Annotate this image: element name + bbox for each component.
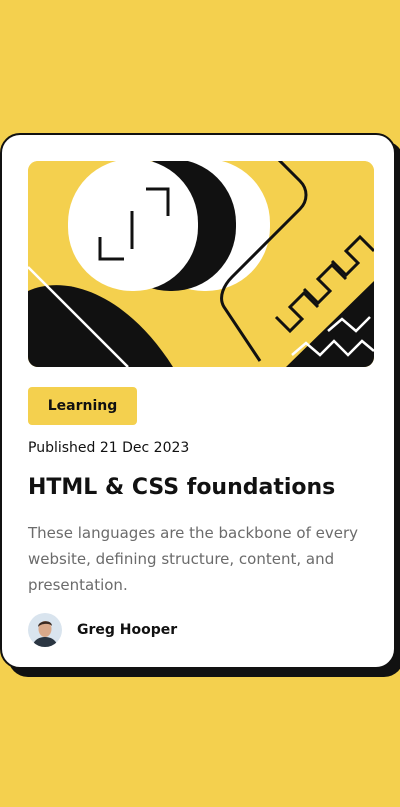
author-name: Greg Hooper bbox=[77, 622, 178, 638]
published-date: Published 21 Dec 2023 bbox=[28, 440, 190, 456]
author-row: Greg Hooper bbox=[28, 613, 177, 647]
card-title[interactable]: HTML & CSS foundations bbox=[28, 475, 335, 500]
avatar-photo-icon bbox=[28, 613, 62, 647]
category-tag: Learning bbox=[28, 387, 137, 425]
avatar bbox=[28, 613, 62, 647]
abstract-illustration-icon bbox=[28, 161, 374, 367]
blog-preview-card: Learning Published 21 Dec 2023 HTML & CS… bbox=[0, 133, 396, 669]
card-description: These languages are the backbone of ever… bbox=[28, 524, 358, 594]
hero-illustration bbox=[28, 161, 374, 367]
